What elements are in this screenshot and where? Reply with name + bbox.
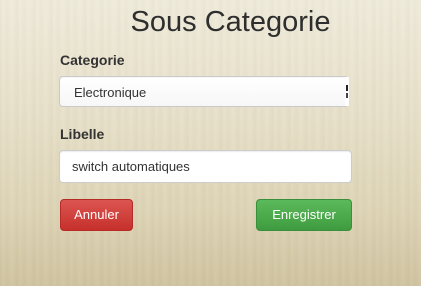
categorie-label: Categorie — [60, 52, 125, 68]
page-title: Sous Categorie — [130, 6, 331, 38]
categorie-select-value: Electronique — [74, 85, 147, 100]
dropdown-arrow-icon — [345, 77, 349, 106]
categorie-select[interactable]: Electronique — [59, 76, 349, 107]
libelle-input[interactable] — [59, 150, 352, 183]
libelle-label: Libelle — [60, 126, 105, 142]
save-button[interactable]: Enregistrer — [256, 199, 352, 231]
cancel-button[interactable]: Annuler — [60, 199, 133, 231]
